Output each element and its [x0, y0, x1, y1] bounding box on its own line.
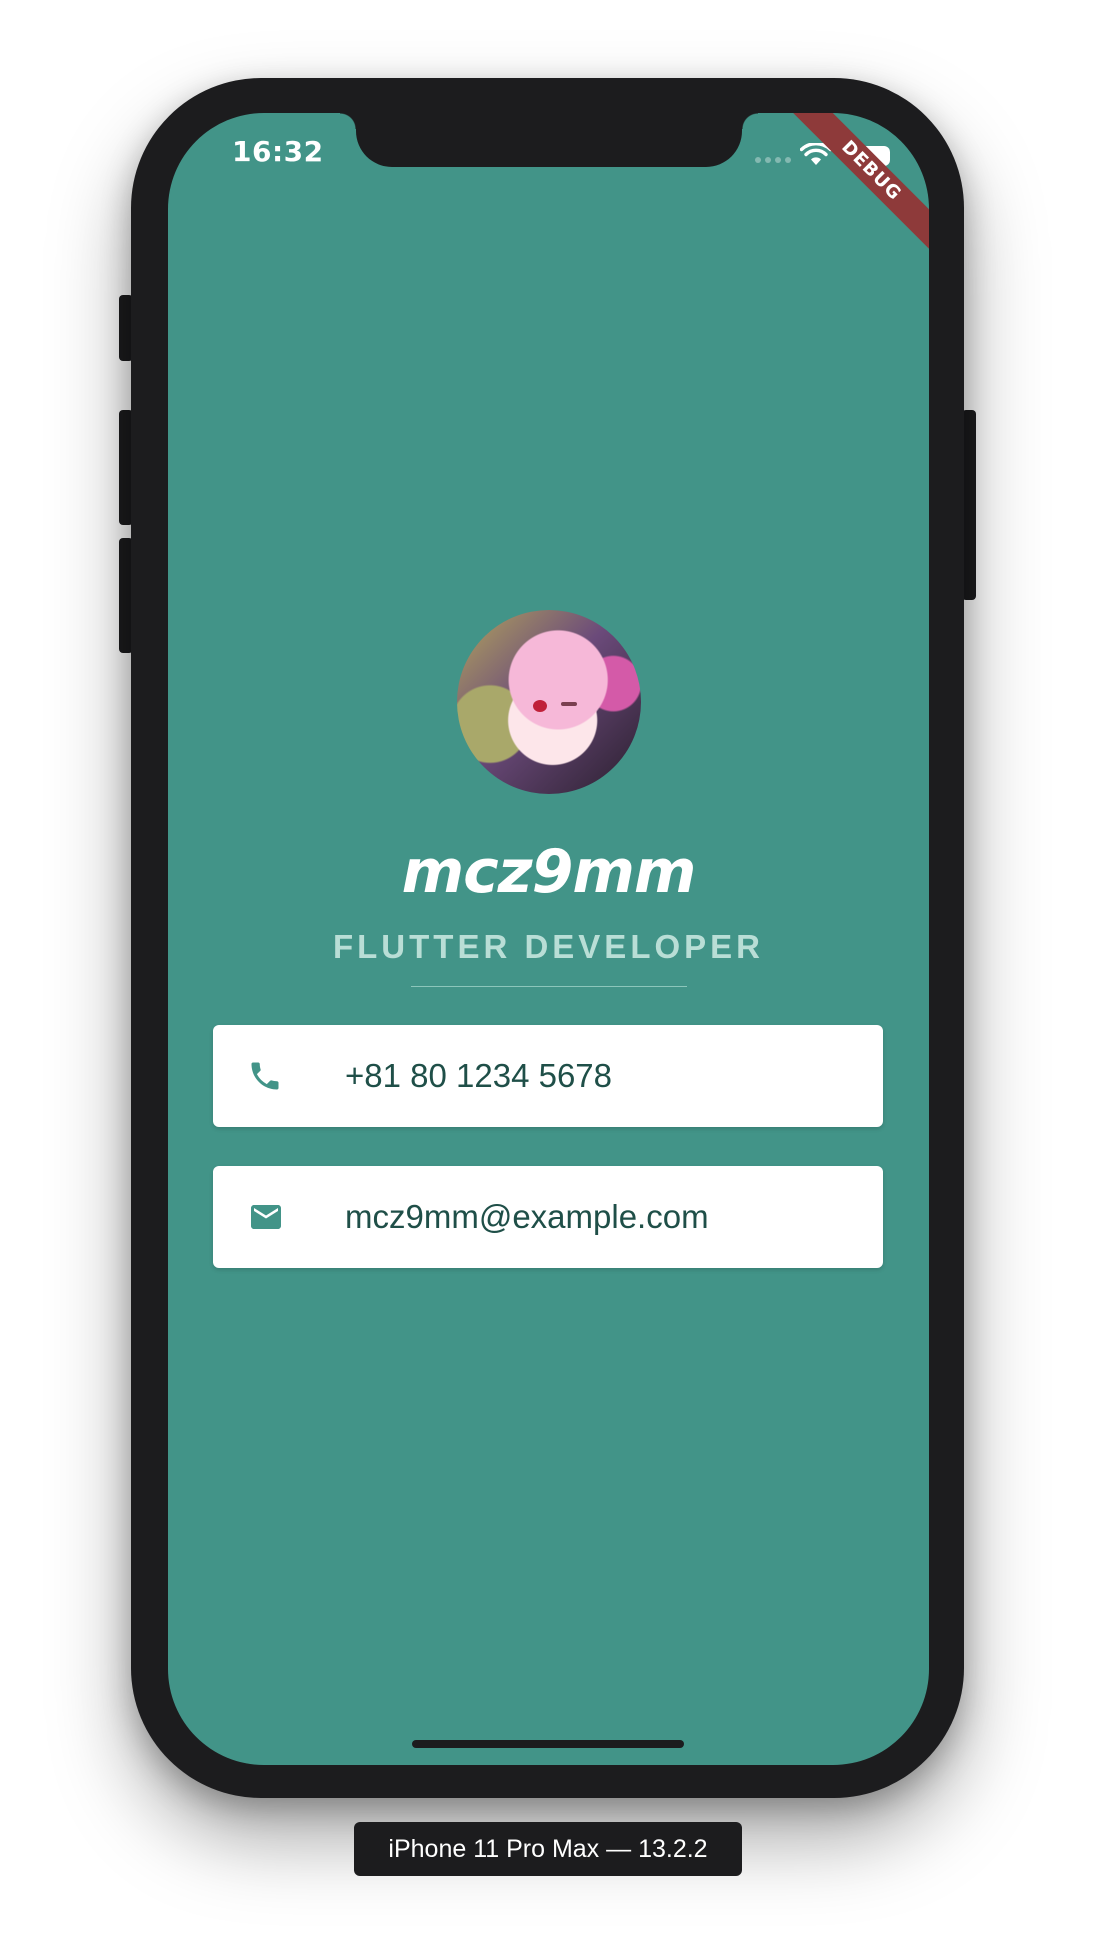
notch	[340, 113, 758, 167]
avatar-eye-closed	[561, 702, 577, 706]
home-indicator[interactable]	[412, 1740, 684, 1748]
phone-card[interactable]: +81 80 1234 5678	[213, 1025, 883, 1127]
cellular-signal-icon	[755, 157, 791, 163]
power-button	[962, 410, 976, 600]
avatar	[457, 610, 641, 794]
divider	[411, 986, 687, 987]
email-card[interactable]: mcz9mm@example.com	[213, 1166, 883, 1268]
profile-name: mcz9mm	[401, 837, 697, 907]
phone-icon	[251, 1062, 279, 1090]
profile-role: FLUTTER DEVELOPER	[332, 928, 765, 965]
avatar-eye	[533, 700, 547, 712]
phone-number: +81 80 1234 5678	[345, 1057, 613, 1094]
app-screen: 16:32 DEBUG mcz9mm FLUTTER DEVELOPER +81…	[168, 113, 929, 1765]
mail-icon	[251, 1205, 281, 1229]
email-address: mcz9mm@example.com	[345, 1198, 709, 1235]
status-time: 16:32	[232, 135, 324, 168]
simulator-window: 16:32 DEBUG mcz9mm FLUTTER DEVELOPER +81…	[0, 0, 1096, 1950]
device-label: iPhone 11 Pro Max — 13.2.2	[354, 1822, 742, 1876]
